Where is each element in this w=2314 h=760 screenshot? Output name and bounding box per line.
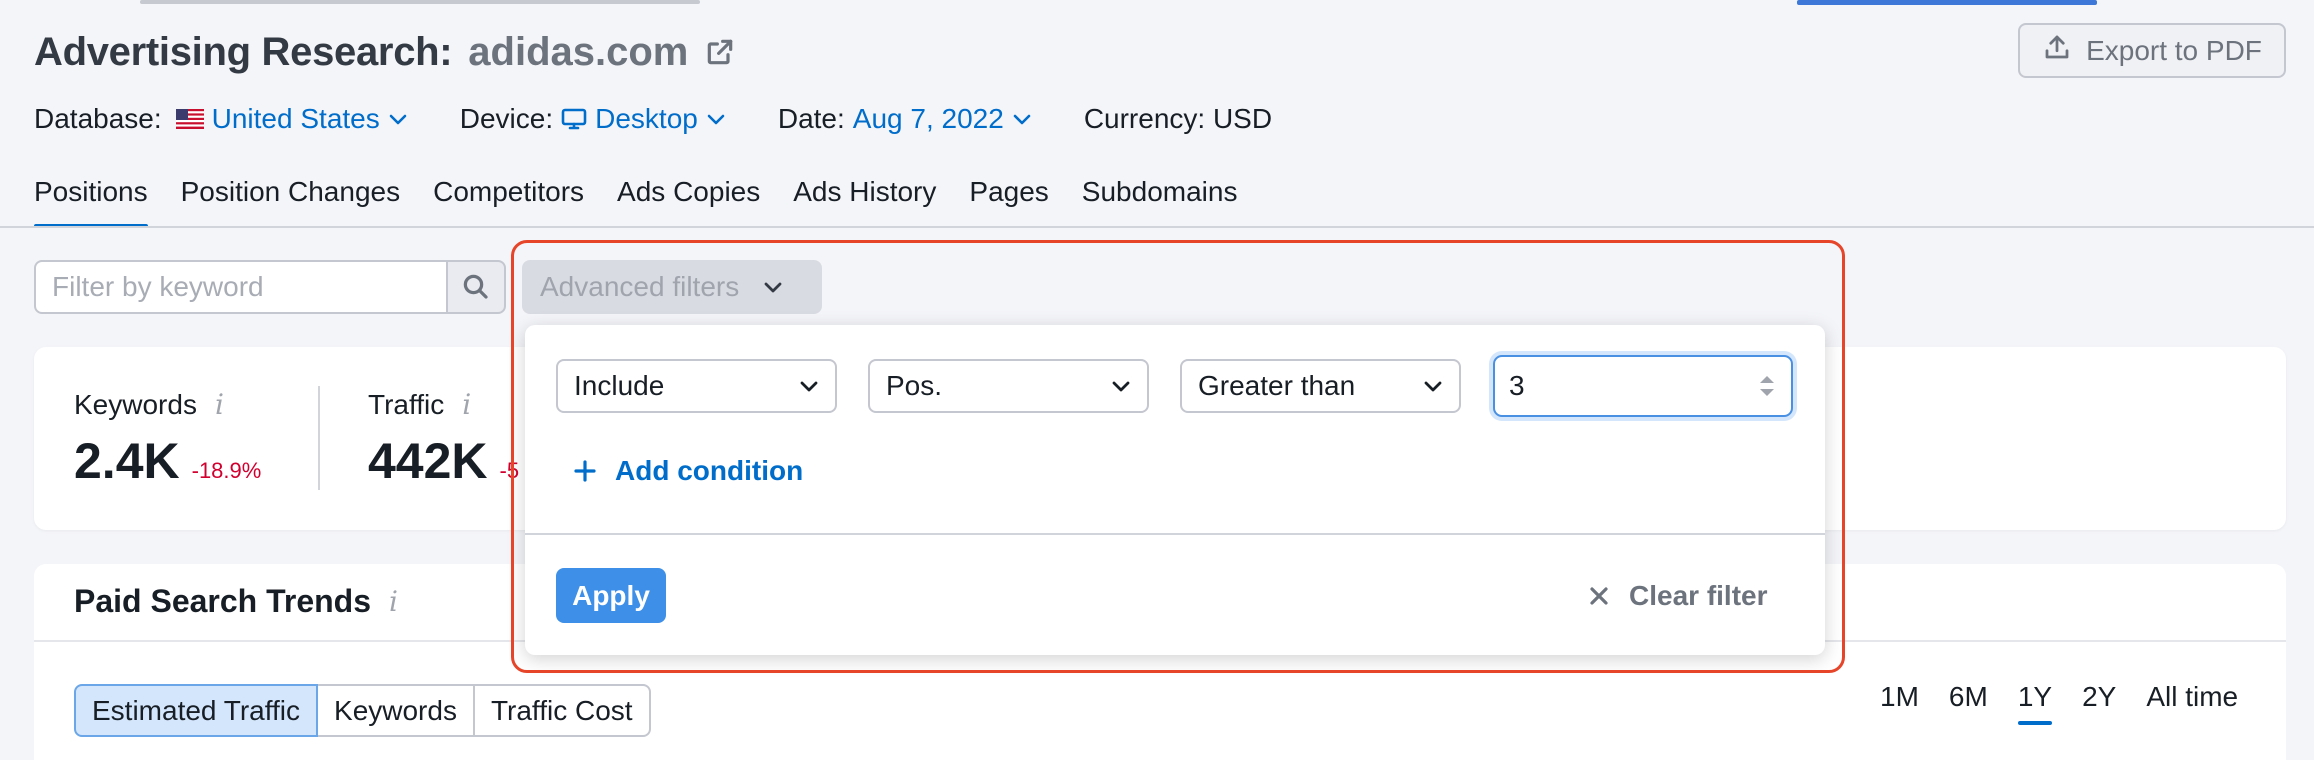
segment-traffic-cost[interactable]: Traffic Cost [472, 684, 651, 737]
search-icon [463, 274, 488, 299]
upload-icon [2042, 32, 2072, 69]
traffic-stat-value: 442K -5 [368, 432, 519, 490]
keywords-value: 2.4K [74, 433, 180, 489]
chevron-down-icon [707, 114, 725, 125]
traffic-value: 442K [368, 433, 488, 489]
title-text: Advertising Research: [34, 29, 453, 74]
title-domain[interactable]: adidas.com [468, 30, 688, 75]
date-label: Date: [777, 103, 845, 134]
export-label: Export to PDF [2086, 34, 2262, 66]
tab-pages[interactable]: Pages [969, 176, 1048, 228]
tab-competitors[interactable]: Competitors [433, 176, 584, 228]
period-selector: 1M 6M 1Y 2Y All time [1880, 681, 2238, 725]
keywords-stat-value: 2.4K -18.9% [74, 432, 261, 490]
device-label: Device: [459, 103, 554, 134]
info-icon[interactable]: i [389, 585, 398, 618]
device-value: Desktop [595, 103, 698, 134]
trends-title: Paid Search Trends i [74, 583, 398, 620]
export-to-pdf-button[interactable]: Export to PDF [2018, 23, 2286, 78]
database-value: United States [211, 103, 380, 134]
segment-estimated-traffic[interactable]: Estimated Traffic [74, 684, 319, 737]
tab-ads-history[interactable]: Ads History [793, 176, 936, 228]
keyword-search-button[interactable] [446, 260, 506, 314]
info-icon[interactable]: i [462, 388, 471, 421]
breadcrumb-fragment [140, 0, 700, 4]
tab-subdomains[interactable]: Subdomains [1082, 176, 1238, 228]
segment-keywords[interactable]: Keywords [316, 684, 475, 737]
database-label: Database: [34, 103, 162, 134]
stat-divider [318, 386, 320, 490]
chevron-down-icon [389, 114, 407, 125]
highlight-annotation [511, 240, 1845, 673]
header-link-fragment[interactable] [1797, 0, 2097, 5]
date-selector[interactable]: Date: Aug 7, 2022 [778, 103, 1032, 135]
external-link-icon[interactable] [704, 35, 738, 69]
tab-ads-copies[interactable]: Ads Copies [617, 176, 760, 228]
period-1y[interactable]: 1Y [2017, 681, 2053, 725]
keyword-filter-placeholder: Filter by keyword [52, 271, 264, 302]
report-tabs: Positions Position Changes Competitors A… [34, 176, 1270, 228]
keyword-filter-input[interactable]: Filter by keyword [34, 260, 448, 314]
currency-label: Currency: USD [1083, 103, 1273, 134]
meta-row: Database: United States Device: Desktop … [34, 97, 1324, 141]
top-strip [0, 0, 2314, 8]
period-6m[interactable]: 6M [1949, 681, 1988, 725]
keywords-label: Keywords [74, 388, 197, 420]
traffic-stat-label: Traffic i [368, 388, 471, 421]
tab-position-changes[interactable]: Position Changes [181, 176, 400, 228]
database-selector[interactable]: Database: United States [34, 103, 408, 135]
traffic-label: Traffic [368, 388, 445, 420]
trends-title-text: Paid Search Trends [74, 583, 372, 619]
tabs-divider [0, 226, 2314, 228]
date-value: Aug 7, 2022 [852, 103, 1004, 134]
device-selector[interactable]: Device: Desktop [460, 103, 726, 135]
period-2y[interactable]: 2Y [2082, 681, 2116, 725]
us-flag-icon [175, 109, 204, 129]
tab-positions[interactable]: Positions [34, 176, 148, 228]
info-icon[interactable]: i [215, 388, 224, 421]
period-all-time[interactable]: All time [2146, 681, 2238, 725]
page-title: Advertising Research: adidas.com [34, 24, 738, 80]
desktop-icon [561, 108, 587, 130]
keywords-delta: -18.9% [191, 458, 262, 483]
trends-metric-switch: Estimated Traffic Keywords Traffic Cost [74, 684, 651, 737]
keywords-stat-label: Keywords i [74, 388, 224, 421]
period-1m[interactable]: 1M [1880, 681, 1919, 725]
chevron-down-icon [1013, 114, 1031, 125]
currency-info: Currency: USD [1084, 103, 1272, 135]
